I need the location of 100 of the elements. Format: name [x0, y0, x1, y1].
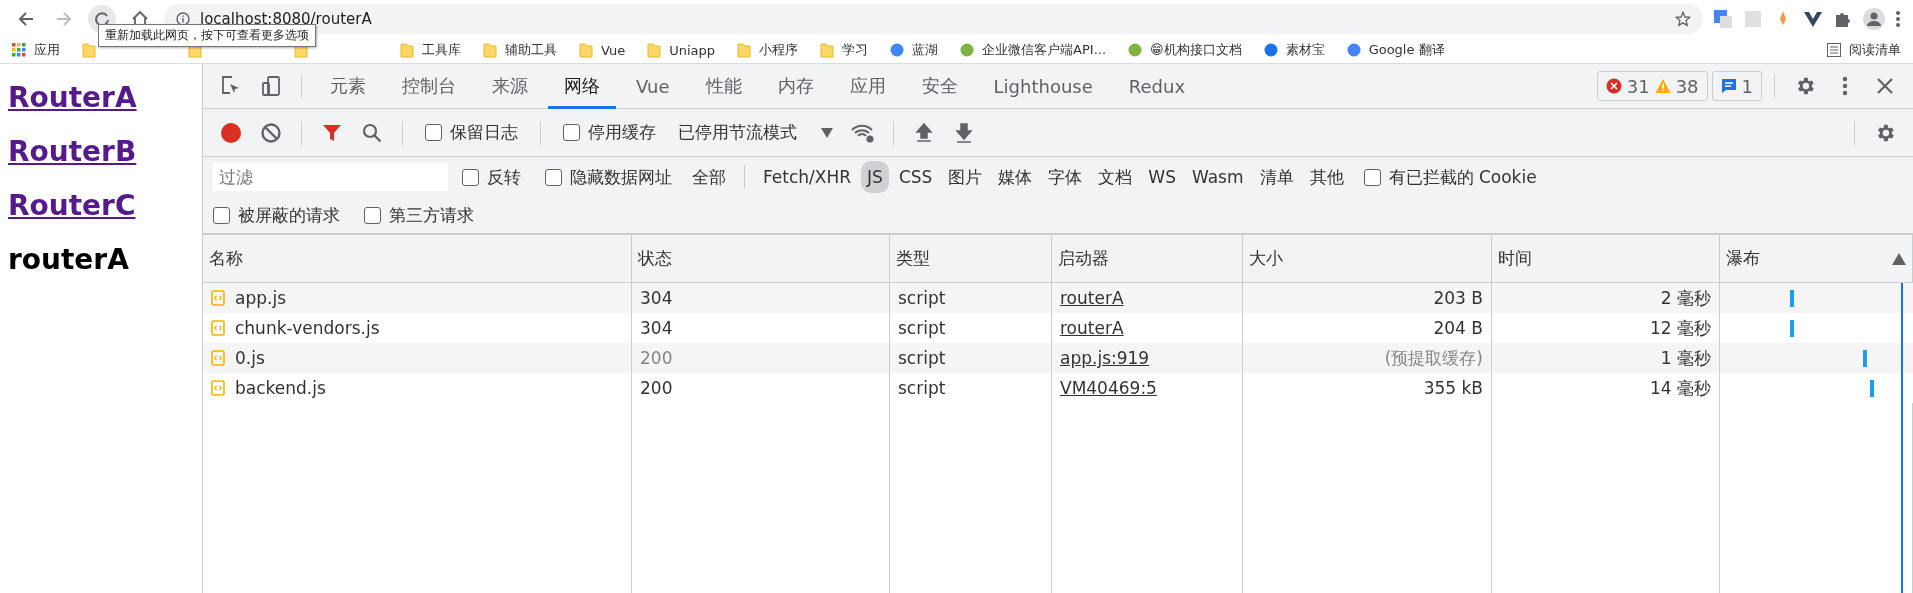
folder-icon	[400, 42, 414, 58]
avatar-icon[interactable]	[1863, 7, 1885, 30]
devtools-tab[interactable]: 控制台	[386, 64, 472, 109]
page-heading: routerA	[8, 242, 130, 278]
devtools-tab[interactable]: Lighthouse	[977, 64, 1109, 109]
issue-counter[interactable]: 31 38	[1596, 71, 1708, 101]
translate-icon[interactable]	[1713, 8, 1733, 29]
devtools-tab[interactable]: 应用	[833, 64, 902, 109]
arrow-icon	[17, 9, 35, 28]
checkbox[interactable]	[1363, 168, 1381, 186]
disable-cache-checkbox[interactable]: 停用缓存	[563, 121, 656, 144]
initiator-link[interactable]: routerA	[1060, 318, 1124, 338]
checkbox[interactable]	[213, 206, 230, 224]
preserve-log-checkbox[interactable]: 保留日志	[425, 121, 518, 144]
checkbox[interactable]	[462, 168, 479, 186]
devtools-tab[interactable]: Vue	[620, 64, 686, 109]
devtools-tab[interactable]: 性能	[689, 64, 758, 109]
type-filter-button[interactable]: 图片	[942, 159, 989, 195]
type-filter-button[interactable]: 清单	[1253, 159, 1300, 195]
table-cell: 304	[632, 283, 890, 313]
waterfall-bar	[1790, 320, 1794, 337]
router-link[interactable]: RouterA	[8, 78, 194, 118]
warning-icon	[1654, 78, 1671, 94]
devtools-tab[interactable]: 内存	[761, 64, 830, 109]
folder-icon	[579, 42, 593, 58]
third-party-checkbox[interactable]: 第三方请求	[364, 203, 474, 227]
site-icon	[1263, 43, 1278, 57]
folder-icon	[737, 42, 752, 58]
bookmark[interactable]: 辅助工具	[483, 41, 557, 59]
sort-ascending-icon	[1892, 252, 1906, 265]
type-filter-button[interactable]: Fetch/XHR	[757, 161, 858, 193]
column-header[interactable]: 时间	[1492, 235, 1720, 283]
bookmark[interactable]: 应用	[12, 41, 60, 59]
column-header[interactable]: 名称	[203, 235, 632, 283]
table-cell: 203 B	[1243, 283, 1492, 313]
column-header[interactable]: 类型	[890, 235, 1052, 283]
bookmark[interactable]: 企业微信客户端API...	[960, 41, 1107, 59]
checkbox[interactable]	[545, 168, 562, 186]
error-count: 31	[1626, 75, 1650, 97]
hide-data-urls-checkbox[interactable]: 隐藏数据网址	[545, 165, 672, 189]
reload-icon	[93, 9, 111, 28]
initiator-link[interactable]: VM40469:5	[1060, 378, 1157, 398]
bookmark[interactable]: 工具库	[400, 41, 461, 59]
type-filter-button[interactable]: Wasm	[1185, 161, 1250, 193]
checkbox-label: 停用缓存	[588, 121, 656, 144]
throttling-dropdown[interactable]: 已停用节流模式	[670, 121, 841, 144]
checkbox[interactable]	[563, 124, 580, 141]
bookmark[interactable]: 蓝湖	[890, 41, 939, 59]
type-filter-button[interactable]: CSS	[892, 161, 939, 193]
table-cell: script	[890, 283, 1052, 313]
script-file-icon	[211, 320, 225, 336]
type-filter-button[interactable]: WS	[1142, 161, 1182, 193]
invert-checkbox[interactable]: 反转	[462, 165, 521, 189]
bookmark[interactable]: 小程序	[737, 41, 799, 59]
router-link[interactable]: RouterB	[8, 132, 194, 172]
type-filter-button[interactable]: 其他	[1303, 159, 1350, 195]
type-filter-button[interactable]: 媒体	[992, 159, 1039, 195]
checkbox-label: 第三方请求	[389, 203, 474, 227]
star-icon[interactable]	[1675, 10, 1691, 27]
folder-icon	[483, 42, 497, 58]
arrow-icon	[55, 9, 73, 28]
filter-field[interactable]: 过滤	[213, 163, 448, 191]
table-cell: (预提取缓存)	[1243, 343, 1492, 373]
menu-icon[interactable]	[1895, 9, 1901, 28]
devtools-tab[interactable]: Redux	[1112, 64, 1202, 109]
column-header[interactable]: 大小	[1243, 235, 1492, 283]
reading-list-button[interactable]: 阅读清单	[1827, 41, 1901, 59]
bookmark[interactable]: Vue	[579, 42, 626, 58]
list-icon	[1827, 43, 1841, 57]
site-icon	[960, 43, 975, 57]
site-icon	[1128, 43, 1143, 57]
type-filter-button[interactable]: 全部	[686, 159, 732, 195]
table-cell[interactable]: 0.js	[203, 343, 632, 373]
devtools-tab[interactable]: 来源	[476, 64, 544, 109]
bookmark[interactable]: 😁机构接口文档	[1128, 41, 1242, 59]
type-filter-button[interactable]: 文档	[1092, 159, 1139, 195]
bookmark[interactable]: Google 翻译	[1346, 41, 1445, 59]
column-header[interactable]: 启动器	[1052, 235, 1243, 283]
checkbox-label: 隐藏数据网址	[570, 165, 672, 189]
type-filter-button[interactable]: JS	[861, 161, 889, 193]
bookmark[interactable]: 学习	[820, 41, 869, 59]
bookmark[interactable]: Uniapp	[647, 42, 716, 58]
checkbox[interactable]	[364, 206, 381, 224]
waterfall-bar	[1790, 290, 1794, 307]
site-icon	[1346, 43, 1361, 57]
info-icon	[176, 11, 190, 26]
devtools-tab[interactable]: 安全	[905, 64, 974, 109]
column-header[interactable]: 瀑布	[1720, 235, 1913, 283]
message-counter[interactable]: 1	[1711, 71, 1762, 101]
checkbox-label: 保留日志	[450, 121, 518, 144]
column-header[interactable]: 状态	[632, 235, 890, 283]
devtools-tab[interactable]: 网络	[548, 64, 616, 109]
devtools-tab[interactable]: 元素	[314, 64, 382, 109]
checkbox[interactable]	[425, 124, 442, 141]
bookmark[interactable]: 素材宝	[1263, 41, 1325, 59]
folder-icon	[82, 42, 96, 58]
blocked-requests-checkbox[interactable]: 被屏蔽的请求	[213, 203, 340, 227]
router-link[interactable]: RouterC	[8, 186, 194, 226]
table-cell[interactable]: app.js	[203, 283, 632, 313]
type-filter-button[interactable]: 字体	[1042, 159, 1089, 195]
